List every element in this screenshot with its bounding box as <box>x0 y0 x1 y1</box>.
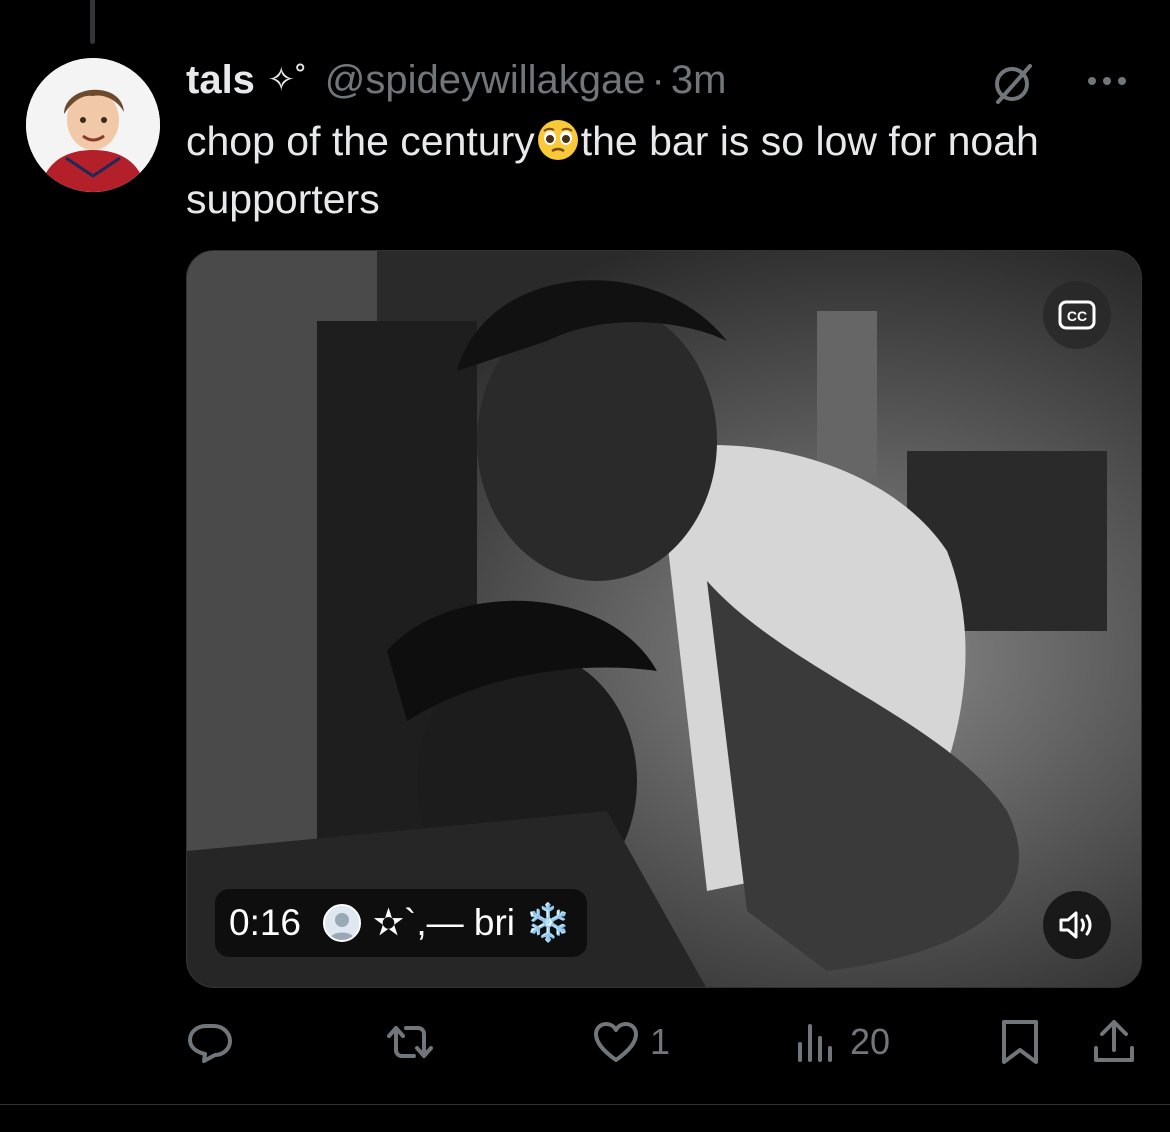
like-button[interactable]: 1 <box>592 1010 670 1074</box>
bookmark-button[interactable] <box>996 1010 1044 1074</box>
cc-label: CC <box>1067 308 1087 324</box>
bookmark-icon <box>1002 1020 1038 1064</box>
volume-icon <box>1059 911 1092 939</box>
more-options-icon[interactable] <box>1084 58 1130 104</box>
video-duration: 0:16 <box>229 902 302 943</box>
video-player[interactable]: CC 0:16 ✫`,— bri ❄️ <box>186 250 1142 988</box>
separator-dot: · <box>651 57 665 102</box>
pleading-face-emoji-icon <box>537 120 578 160</box>
avatar[interactable] <box>26 58 160 192</box>
share-icon <box>1094 1020 1134 1062</box>
tweet-divider <box>0 1104 1170 1105</box>
volume-button[interactable] <box>1043 891 1111 959</box>
creator-avatar-image <box>325 906 360 940</box>
grok-icon[interactable] <box>990 60 1036 106</box>
view-count: 20 <box>850 1021 891 1062</box>
share-button[interactable] <box>1090 1010 1138 1074</box>
retweet-button[interactable] <box>386 1010 434 1074</box>
closed-captions-icon: CC <box>1058 300 1096 330</box>
display-name[interactable]: tals <box>186 58 255 103</box>
video-frame <box>187 251 1141 987</box>
name-decoration: ✧˚ <box>266 61 307 99</box>
reply-button[interactable] <box>186 1010 234 1074</box>
user-handle[interactable]: @spideywillakgae <box>325 58 646 103</box>
views-icon <box>798 1024 832 1062</box>
thread-connector-line <box>90 0 95 44</box>
retweet-icon <box>387 1026 433 1058</box>
views-button[interactable]: 20 <box>792 1010 890 1074</box>
tweet-actions: 1 20 <box>186 1010 1146 1074</box>
video-info-pill: 0:16 ✫`,— bri ❄️ <box>215 889 588 957</box>
closed-captions-button[interactable]: CC <box>1043 281 1111 349</box>
tweet-header: tals ✧˚ @spideywillakgae · 3m <box>186 56 1140 104</box>
avatar-image <box>26 58 160 192</box>
heart-icon <box>594 1022 638 1062</box>
like-count: 1 <box>650 1021 671 1062</box>
tweet-text: chop of the century the bar is so low fo… <box>186 112 1086 228</box>
video-credit[interactable]: ✫`,— bri ❄️ <box>373 901 571 945</box>
reply-icon <box>188 1024 232 1063</box>
creator-avatar <box>323 904 362 942</box>
tweet-text-part1: chop of the century <box>186 118 535 164</box>
timestamp[interactable]: 3m <box>671 58 727 103</box>
